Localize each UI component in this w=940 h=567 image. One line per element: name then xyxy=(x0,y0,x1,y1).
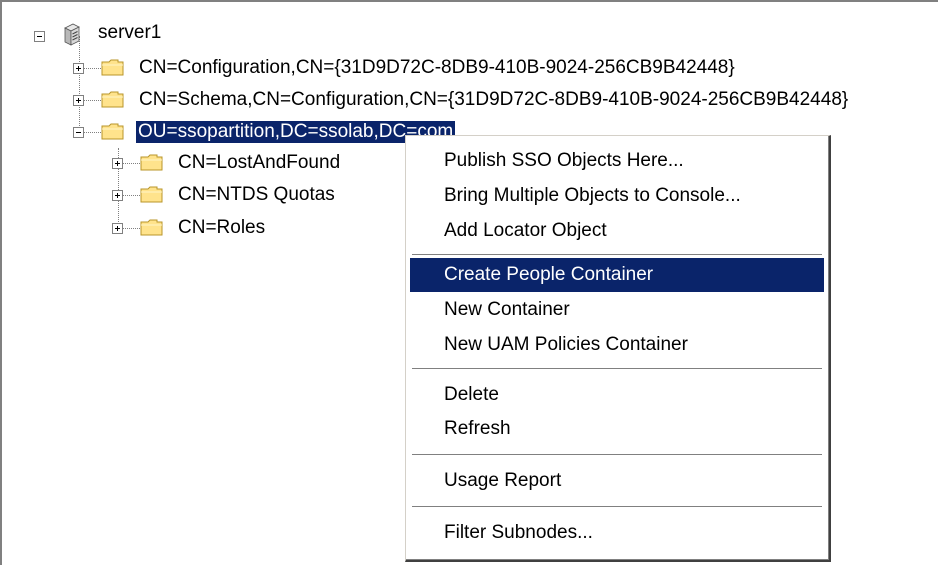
tree-node-configuration[interactable]: CN=Configuration,CN={31D9D72C-8DB9-410B-… xyxy=(0,55,820,81)
expand-icon[interactable] xyxy=(73,95,84,106)
collapse-icon[interactable] xyxy=(34,31,45,42)
folder-icon xyxy=(140,154,163,171)
tree-node-schema[interactable]: CN=Schema,CN=Configuration,CN={31D9D72C-… xyxy=(0,87,848,113)
menu-item-filter-subnodes[interactable]: Filter Subnodes... xyxy=(410,516,824,550)
folder-icon xyxy=(140,219,163,236)
menu-item-new-container[interactable]: New Container xyxy=(410,293,824,327)
tree-node-label: CN=Configuration,CN={31D9D72C-8DB9-410B-… xyxy=(139,57,735,78)
tree-node-roles[interactable]: CN=Roles xyxy=(0,215,300,241)
menu-item-create-people-container[interactable]: Create People Container xyxy=(410,258,824,292)
menu-item-bring-multiple-objects[interactable]: Bring Multiple Objects to Console... xyxy=(410,179,824,213)
menu-item-delete[interactable]: Delete xyxy=(410,378,824,412)
menu-separator xyxy=(412,368,822,370)
tree-node-label: CN=Roles xyxy=(178,217,266,238)
tree-node-lostandfound[interactable]: CN=LostAndFound xyxy=(0,150,340,176)
tree-node-server1[interactable]: server1 xyxy=(0,22,200,48)
server-icon xyxy=(64,23,80,46)
folder-icon xyxy=(101,123,124,140)
menu-separator xyxy=(412,454,822,456)
menu-separator xyxy=(412,254,822,256)
folder-icon xyxy=(101,59,124,76)
tree-node-label: server1 xyxy=(98,22,162,43)
tree-node-label: CN=NTDS Quotas xyxy=(178,184,335,205)
expand-icon[interactable] xyxy=(112,223,123,234)
tree-node-ntds-quotas[interactable]: CN=NTDS Quotas xyxy=(0,182,335,208)
expand-icon[interactable] xyxy=(73,63,84,74)
context-menu: Publish SSO Objects Here... Bring Multip… xyxy=(405,135,831,562)
menu-item-new-uam-policies-container[interactable]: New UAM Policies Container xyxy=(410,328,824,362)
folder-icon xyxy=(101,91,124,108)
menu-item-publish-sso-objects[interactable]: Publish SSO Objects Here... xyxy=(410,144,824,178)
menu-item-add-locator-object[interactable]: Add Locator Object xyxy=(410,214,824,248)
tree-node-label: CN=LostAndFound xyxy=(178,152,341,173)
menu-separator xyxy=(412,506,822,508)
collapse-icon[interactable] xyxy=(73,127,84,138)
expand-icon[interactable] xyxy=(112,190,123,201)
folder-icon xyxy=(140,186,163,203)
menu-item-refresh[interactable]: Refresh xyxy=(410,412,824,446)
menu-item-usage-report[interactable]: Usage Report xyxy=(410,464,824,498)
expand-icon[interactable] xyxy=(112,158,123,169)
tree-node-label: CN=Schema,CN=Configuration,CN={31D9D72C-… xyxy=(139,89,849,110)
